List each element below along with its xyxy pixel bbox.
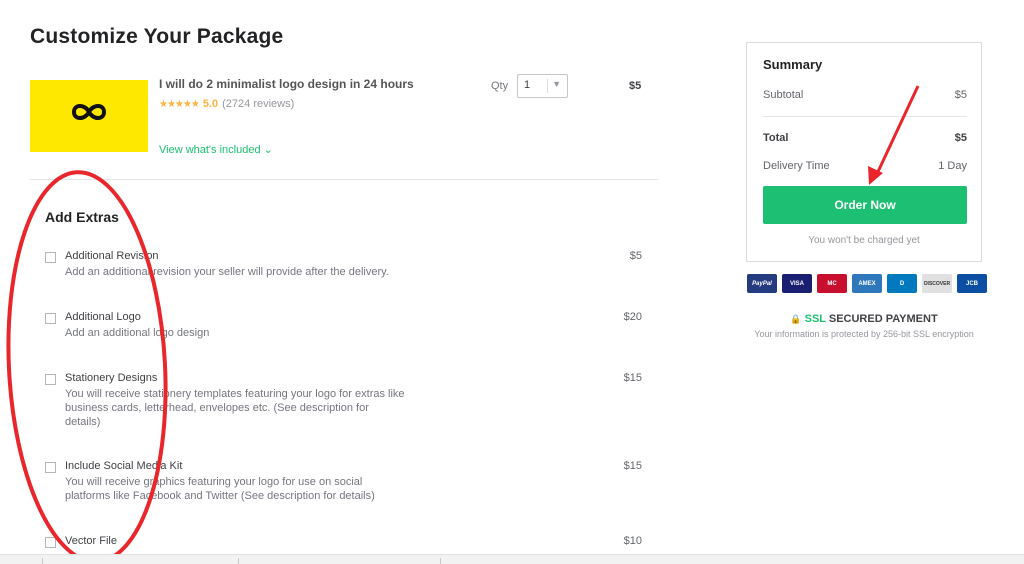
jcb-icon: JCB [957,274,987,293]
extra-description: You will receive graphics featuring your… [65,476,375,502]
ssl-word: SSL [804,313,826,325]
order-summary-card: Summary Subtotal $5 Total $5 Delivery Ti… [746,42,982,262]
extra-description: Add an additional logo design [65,327,210,339]
extra-price: $15 [623,460,642,472]
annotation-ellipse [6,170,168,564]
infinity-logo-icon [71,104,107,120]
view-included-label: View what's included [159,144,261,156]
extra-name[interactable]: Vector File [65,535,117,547]
review-count: (2724 reviews) [222,98,295,110]
delivery-label: Delivery Time [763,160,830,172]
delivery-value: 1 Day [938,160,967,172]
gig-thumbnail[interactable] [30,80,148,152]
extra-name[interactable]: Additional Revision [65,250,159,262]
extra-price: $10 [623,535,642,547]
bottom-scroll-bar [0,554,1024,564]
chevron-down-icon: ⌄ [263,144,273,156]
paypal-icon: PayPal [747,274,777,293]
bar-tick [238,558,239,564]
total-label: Total [763,132,789,144]
extras-title: Add Extras [45,209,119,225]
extra-name[interactable]: Include Social Media Kit [65,460,182,472]
extra-checkbox[interactable] [45,252,56,263]
qty-select[interactable]: 1 ▼ [517,74,568,98]
payment-methods: PayPal VISA MC AMEX D DISCOVER JCB [747,274,987,293]
bar-tick [42,558,43,564]
extra-price: $15 [623,372,642,384]
extra-price: $5 [629,250,642,262]
qty-value: 1 [524,79,531,91]
extra-description: Add an additional revision your seller w… [65,266,389,278]
amex-icon: AMEX [852,274,882,293]
extra-name[interactable]: Stationery Designs [65,372,157,384]
dropdown-caret-icon: ▼ [547,79,561,93]
order-now-button[interactable]: Order Now [763,186,967,224]
gig-title[interactable]: I will do 2 minimalist logo design in 24… [159,77,414,91]
gig-rating: ★★★★★ 5.0 (2724 reviews) [159,98,294,110]
extra-name[interactable]: Additional Logo [65,311,141,323]
extra-checkbox[interactable] [45,313,56,324]
rating-score: 5.0 [202,98,219,110]
extra-checkbox[interactable] [45,537,56,548]
subtotal-row: Subtotal $5 [763,89,967,101]
bar-tick [440,558,441,564]
total-row: Total $5 [763,132,967,144]
gig-price: $5 [629,80,642,92]
total-value: $5 [954,132,967,144]
subtotal-label: Subtotal [763,89,804,101]
discover-icon: DISCOVER [922,274,952,293]
secured-payment-text: SECURED PAYMENT [828,313,938,325]
qty-label: Qty [491,80,509,92]
mastercard-icon: MC [817,274,847,293]
delivery-row: Delivery Time 1 Day [763,160,967,172]
summary-divider [763,116,967,117]
ssl-secured-label: 🔒 SSL SECURED PAYMENT [746,313,982,325]
page-title: Customize Your Package [30,25,284,48]
diners-club-icon: D [887,274,917,293]
visa-icon: VISA [782,274,812,293]
section-divider [30,179,658,180]
extra-checkbox[interactable] [45,374,56,385]
not-charged-note: You won't be charged yet [808,235,920,246]
lock-icon: 🔒 [790,314,802,324]
summary-title: Summary [763,57,823,72]
extra-checkbox[interactable] [45,462,56,473]
view-included-link[interactable]: View what's included ⌄ [159,143,273,156]
subtotal-value: $5 [954,89,967,101]
extra-description: You will receive stationery templates fe… [65,388,405,428]
stars-icon: ★★★★★ [159,98,200,110]
ssl-note: Your information is protected by 256-bit… [754,329,974,339]
extra-price: $20 [623,311,642,323]
